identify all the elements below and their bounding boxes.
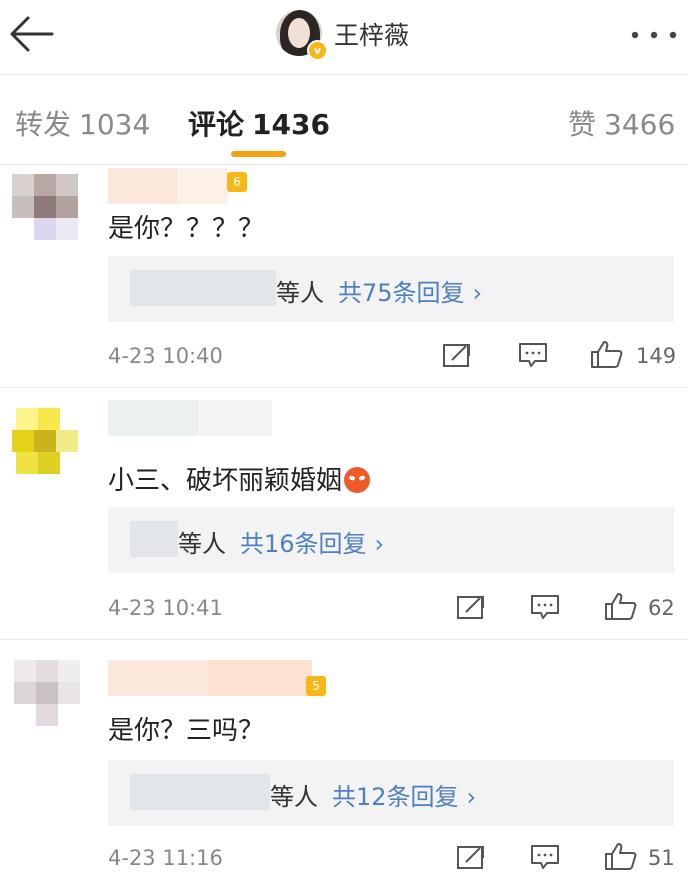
reply-preview[interactable]: 等人 共75条回复 › — [108, 256, 674, 322]
page-title[interactable]: 王梓薇 — [334, 16, 409, 52]
comment-item: 小三、破坏丽颖婚姻 等人 共16条回复 › 4-23 10:41 62 — [0, 388, 688, 640]
tab-repost-count: 1034 — [79, 108, 151, 141]
tab-bar: 转发 1034 评论 1436 赞 3466 — [0, 75, 688, 165]
like-count: 149 — [636, 344, 677, 368]
thumbs-up-icon[interactable] — [604, 591, 638, 621]
thumbs-up-icon[interactable] — [604, 841, 638, 871]
chevron-right-icon: › — [472, 279, 483, 307]
comment-text: 是你？三吗？ — [108, 716, 265, 746]
commenter-name-blurred[interactable] — [108, 660, 312, 696]
reply-count-link[interactable]: 共75条回复 — [338, 279, 465, 307]
repost-icon[interactable] — [456, 844, 486, 870]
comment-text-content: 小三、破坏丽颖婚姻 — [108, 466, 343, 496]
reply-count-link[interactable]: 共16条回复 — [240, 530, 367, 558]
comment-item: 6 是你？？？？ 等人 共75条回复 › 4-23 10:40 149 — [0, 164, 688, 388]
comment-time: 4-23 10:41 — [108, 596, 223, 620]
commenter-name-blurred[interactable] — [108, 168, 228, 204]
top-bar: v 王梓薇 — [0, 0, 688, 75]
reply-preview[interactable]: 等人 共12条回复 › — [108, 760, 674, 826]
reply-suffix: 等人 — [270, 783, 318, 811]
fan-rank-badge: 6 — [227, 172, 247, 192]
reply-users-blurred — [130, 774, 270, 810]
tab-comment-count: 1436 — [252, 108, 330, 141]
back-arrow-icon[interactable] — [6, 14, 56, 54]
verified-badge: v — [307, 40, 328, 61]
tab-repost[interactable]: 转发 1034 — [15, 103, 150, 143]
repost-icon[interactable] — [456, 594, 486, 620]
like-count: 51 — [648, 846, 675, 870]
comment-icon[interactable] — [518, 342, 548, 368]
comment-icon[interactable] — [530, 844, 560, 870]
tab-like-label: 赞 — [568, 108, 597, 141]
repost-icon[interactable] — [442, 342, 472, 368]
tab-comment-label: 评论 — [188, 108, 245, 141]
active-tab-indicator — [231, 151, 286, 157]
comment-time: 4-23 11:16 — [108, 846, 223, 870]
reply-preview[interactable]: 等人 共16条回复 › — [108, 507, 674, 573]
commenter-avatar[interactable] — [8, 402, 94, 492]
tab-like-count: 3466 — [604, 108, 676, 141]
reply-summary: 等人 共16条回复 › — [178, 524, 384, 559]
thumbs-up-icon[interactable] — [590, 339, 624, 369]
fan-rank-badge: 5 — [306, 676, 326, 696]
reply-summary: 等人 共75条回复 › — [276, 273, 482, 308]
commenter-avatar[interactable] — [8, 170, 94, 260]
commenter-name-blurred[interactable] — [108, 400, 272, 436]
comment-item: 5 是你？三吗？ 等人 共12条回复 › 4-23 11:16 51 — [0, 640, 688, 880]
reply-count-link[interactable]: 共12条回复 — [332, 783, 459, 811]
comment-time: 4-23 10:40 — [108, 344, 223, 368]
chevron-right-icon: › — [466, 783, 477, 811]
tab-repost-label: 转发 — [15, 108, 72, 141]
like-count: 62 — [648, 596, 675, 620]
reply-summary: 等人 共12条回复 › — [270, 777, 476, 812]
reply-suffix: 等人 — [276, 279, 324, 307]
chevron-right-icon: › — [374, 530, 385, 558]
more-icon[interactable] — [628, 28, 680, 42]
comment-icon[interactable] — [530, 594, 560, 620]
comment-text: 小三、破坏丽颖婚姻 — [108, 460, 371, 497]
commenter-avatar[interactable] — [8, 654, 94, 744]
angry-emoji-icon — [344, 467, 371, 493]
tab-like[interactable]: 赞 3466 — [568, 103, 675, 143]
reply-suffix: 等人 — [178, 530, 226, 558]
comment-text: 是你？？？？ — [108, 214, 265, 244]
tab-comment[interactable]: 评论 1436 — [188, 103, 330, 143]
reply-users-blurred — [130, 521, 178, 557]
reply-users-blurred — [130, 270, 276, 306]
